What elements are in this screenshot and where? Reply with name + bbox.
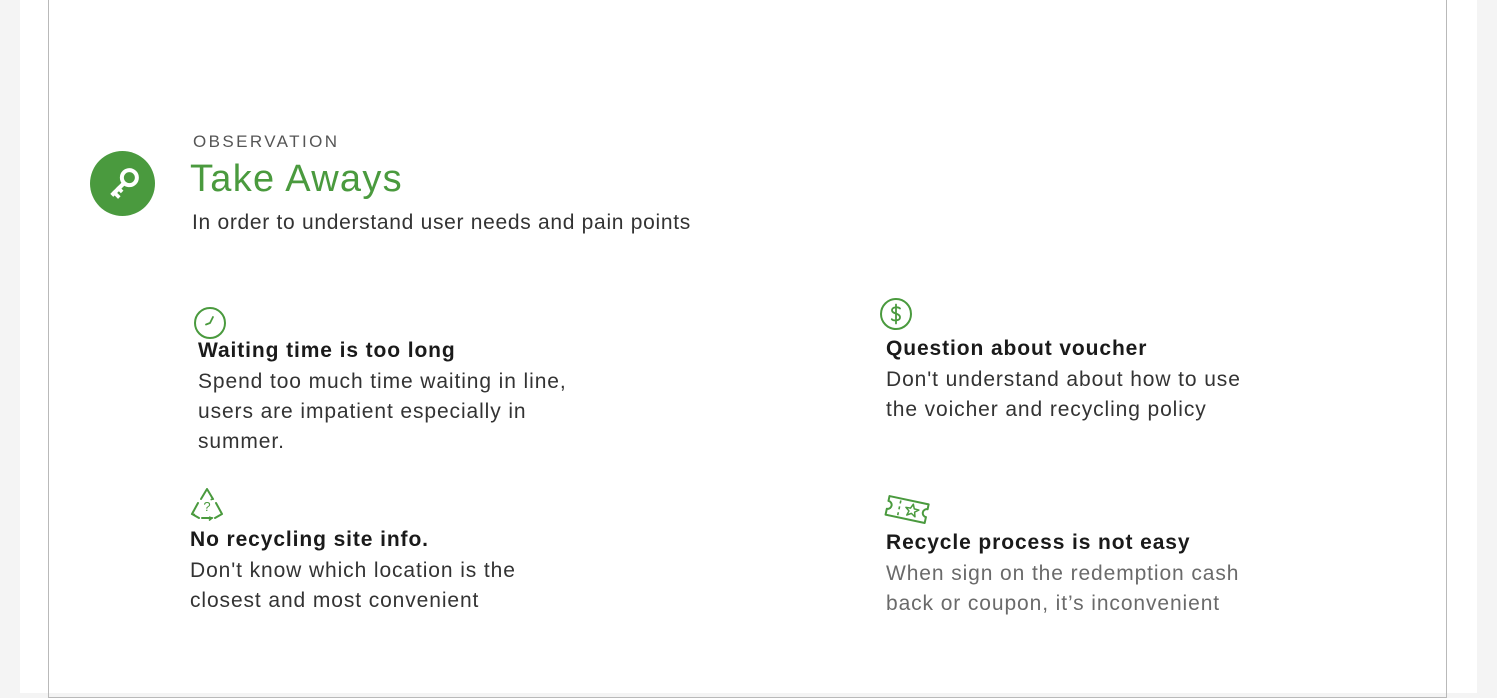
- card-heading-site-info: No recycling site info.: [190, 528, 429, 551]
- section-subtitle: In order to understand user needs and pa…: [192, 211, 691, 234]
- key-icon: [109, 167, 139, 199]
- section-title: Take Aways: [190, 158, 403, 200]
- card-body-line: closest and most convenient: [190, 589, 480, 612]
- card-body-site-info: Don't know which location is the closest…: [190, 556, 650, 616]
- recycle-question-icon: ?: [190, 488, 223, 521]
- dollar-icon: [880, 298, 912, 330]
- card-heading-recycle-process: Recycle process is not easy: [886, 531, 1191, 554]
- card-body-line: Spend too much time waiting in line,: [198, 370, 567, 393]
- card-body-line: Don't understand about how to use: [886, 368, 1241, 391]
- clock-icon: [194, 307, 226, 339]
- key-badge: [90, 151, 155, 216]
- card-body-voucher: Don't understand about how to use the vo…: [886, 365, 1346, 425]
- card-body-line: Don't know which location is the: [190, 559, 516, 582]
- card-body-line: the voicher and recycling policy: [886, 398, 1207, 421]
- card-body-recycle-process: When sign on the redemption cash back or…: [886, 559, 1346, 619]
- card-body-waiting-time: Spend too much time waiting in line, use…: [198, 367, 658, 457]
- svg-text:?: ?: [203, 499, 210, 514]
- card-body-line: users are impatient especially in: [198, 400, 527, 423]
- card-heading-voucher: Question about voucher: [886, 337, 1148, 360]
- card-body-line: summer.: [198, 430, 285, 453]
- card-heading-waiting-time: Waiting time is too long: [198, 339, 456, 362]
- coupon-ticket-icon: [884, 495, 930, 524]
- card-body-line: When sign on the redemption cash: [886, 562, 1240, 585]
- section-eyebrow: OBSERVATION: [193, 132, 340, 151]
- card-body-line: back or coupon, it’s inconvenient: [886, 592, 1221, 615]
